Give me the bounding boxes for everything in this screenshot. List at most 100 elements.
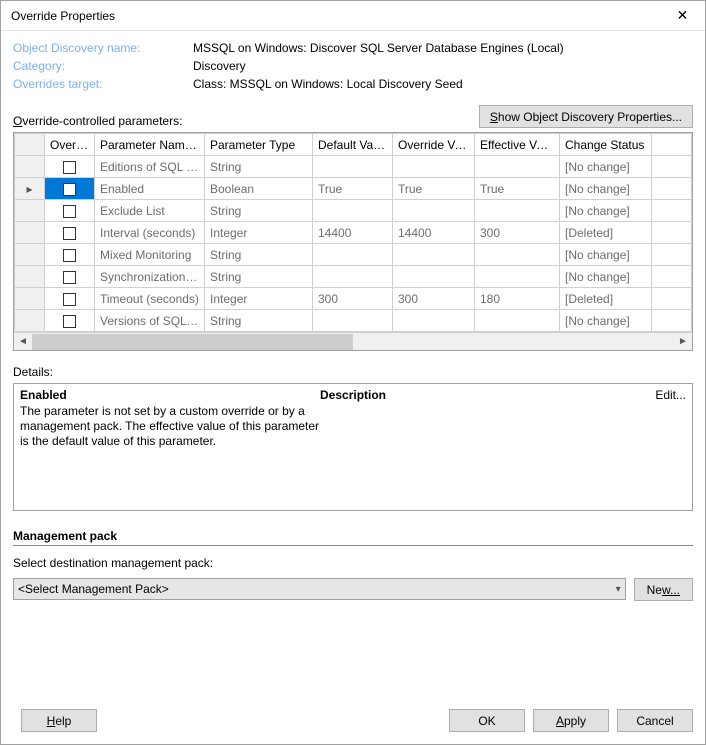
param-name: Timeout (seconds) xyxy=(95,288,205,310)
param-type: String xyxy=(205,244,313,266)
table-row[interactable]: Mixed MonitoringString[No change] xyxy=(15,244,692,266)
table-row[interactable]: Timeout (seconds)Integer300300180[Delete… xyxy=(15,288,692,310)
checkbox-icon[interactable] xyxy=(63,205,76,218)
select-mp-label: Select destination management pack: xyxy=(13,556,693,570)
override-value: True xyxy=(393,178,475,200)
value-category: Discovery xyxy=(193,59,246,73)
close-icon[interactable]: ✕ xyxy=(660,1,705,30)
col-parameter-name[interactable]: Parameter Name xyxy=(95,134,205,156)
col-parameter-type[interactable]: Parameter Type xyxy=(205,134,313,156)
scroll-left-icon[interactable]: ◄ xyxy=(14,333,32,351)
parameters-grid[interactable]: Override Parameter Name Parameter Type D… xyxy=(13,132,693,351)
default-value: 14400 xyxy=(313,222,393,244)
help-button[interactable]: HelpHelp xyxy=(21,709,97,732)
effective-value: True xyxy=(475,178,560,200)
row-header[interactable] xyxy=(15,310,45,332)
col-tail xyxy=(652,134,692,156)
effective-value: 180 xyxy=(475,288,560,310)
col-default-value[interactable]: Default Value xyxy=(313,134,393,156)
titlebar: Override Properties ✕ xyxy=(1,1,705,31)
col-change-status[interactable]: Change Status xyxy=(560,134,652,156)
override-checkbox-cell[interactable] xyxy=(45,178,95,200)
override-checkbox-cell[interactable] xyxy=(45,310,95,332)
override-checkbox-cell[interactable] xyxy=(45,222,95,244)
details-description-label: Description xyxy=(320,388,686,402)
default-value: True xyxy=(313,178,393,200)
table-row[interactable]: ▸EnabledBooleanTrueTrueTrue[No change] xyxy=(15,178,692,200)
override-properties-dialog: Override Properties ✕ Object Discovery n… xyxy=(0,0,706,745)
override-value xyxy=(393,244,475,266)
row-header[interactable] xyxy=(15,288,45,310)
label-category: Category: xyxy=(13,59,193,73)
override-parameters-label: OOverride-controlled parameters:verride-… xyxy=(13,114,479,128)
default-value xyxy=(313,266,393,288)
checkbox-icon[interactable] xyxy=(63,271,76,284)
edit-link[interactable]: Edit... xyxy=(655,388,686,402)
effective-value xyxy=(475,310,560,332)
param-type: Integer xyxy=(205,288,313,310)
effective-value xyxy=(475,244,560,266)
param-name: Exclude List xyxy=(95,200,205,222)
override-checkbox-cell[interactable] xyxy=(45,244,95,266)
override-checkbox-cell[interactable] xyxy=(45,200,95,222)
col-override[interactable]: Override xyxy=(45,134,95,156)
value-object-discovery-name: MSSQL on Windows: Discover SQL Server Da… xyxy=(193,41,564,55)
change-status: [Deleted] xyxy=(560,222,652,244)
col-override-value[interactable]: Override Value xyxy=(393,134,475,156)
col-effective-value[interactable]: Effective Value xyxy=(475,134,560,156)
table-row[interactable]: Editions of SQL Ser...String[No change] xyxy=(15,156,692,178)
row-header[interactable] xyxy=(15,156,45,178)
row-header[interactable]: ▸ xyxy=(15,178,45,200)
details-text: The parameter is not set by a custom ove… xyxy=(20,404,320,449)
override-checkbox-cell[interactable] xyxy=(45,266,95,288)
change-status: [No change] xyxy=(560,178,652,200)
table-row[interactable]: Versions of SQL Se...String[No change] xyxy=(15,310,692,332)
override-value xyxy=(393,156,475,178)
override-value: 300 xyxy=(393,288,475,310)
default-value xyxy=(313,200,393,222)
checkbox-icon[interactable] xyxy=(63,183,76,196)
horizontal-scrollbar[interactable]: ◄ ► xyxy=(14,332,692,350)
param-name: Enabled xyxy=(95,178,205,200)
checkbox-icon[interactable] xyxy=(63,249,76,262)
table-row[interactable]: Synchronization TimeString[No change] xyxy=(15,266,692,288)
scrollbar-thumb[interactable] xyxy=(32,334,353,350)
row-header[interactable] xyxy=(15,222,45,244)
param-type: String xyxy=(205,200,313,222)
override-value xyxy=(393,310,475,332)
checkbox-icon[interactable] xyxy=(63,161,76,174)
row-header[interactable] xyxy=(15,200,45,222)
management-pack-heading: Management pack xyxy=(13,529,693,546)
scroll-right-icon[interactable]: ► xyxy=(674,333,692,351)
override-checkbox-cell[interactable] xyxy=(45,156,95,178)
param-type: Boolean xyxy=(205,178,313,200)
param-name: Synchronization Time xyxy=(95,266,205,288)
window-title: Override Properties xyxy=(11,9,660,23)
table-row[interactable]: Exclude ListString [No change] xyxy=(15,200,692,222)
effective-value: 300 xyxy=(475,222,560,244)
change-status: [Deleted] xyxy=(560,288,652,310)
default-value xyxy=(313,156,393,178)
table-row[interactable]: Interval (seconds)Integer1440014400300[D… xyxy=(15,222,692,244)
row-header[interactable] xyxy=(15,244,45,266)
row-header[interactable] xyxy=(15,266,45,288)
ok-button[interactable]: OK xyxy=(449,709,525,732)
param-type: Integer xyxy=(205,222,313,244)
show-object-discovery-properties-button[interactable]: Show Object Discovery Properties... xyxy=(479,105,693,128)
param-name: Versions of SQL Se... xyxy=(95,310,205,332)
new-management-pack-button[interactable]: New... xyxy=(634,578,693,601)
param-name: Mixed Monitoring xyxy=(95,244,205,266)
override-value xyxy=(393,266,475,288)
change-status: [No change] xyxy=(560,200,652,222)
checkbox-icon[interactable] xyxy=(63,293,76,306)
default-value xyxy=(313,310,393,332)
checkbox-icon[interactable] xyxy=(63,315,76,328)
management-pack-select-value: <Select Management Pack> xyxy=(18,582,169,596)
apply-button[interactable]: ApplyApply xyxy=(533,709,609,732)
default-value xyxy=(313,244,393,266)
default-value: 300 xyxy=(313,288,393,310)
cancel-button[interactable]: Cancel xyxy=(617,709,693,732)
management-pack-select[interactable]: <Select Management Pack> ▾ xyxy=(13,578,626,600)
checkbox-icon[interactable] xyxy=(63,227,76,240)
override-checkbox-cell[interactable] xyxy=(45,288,95,310)
